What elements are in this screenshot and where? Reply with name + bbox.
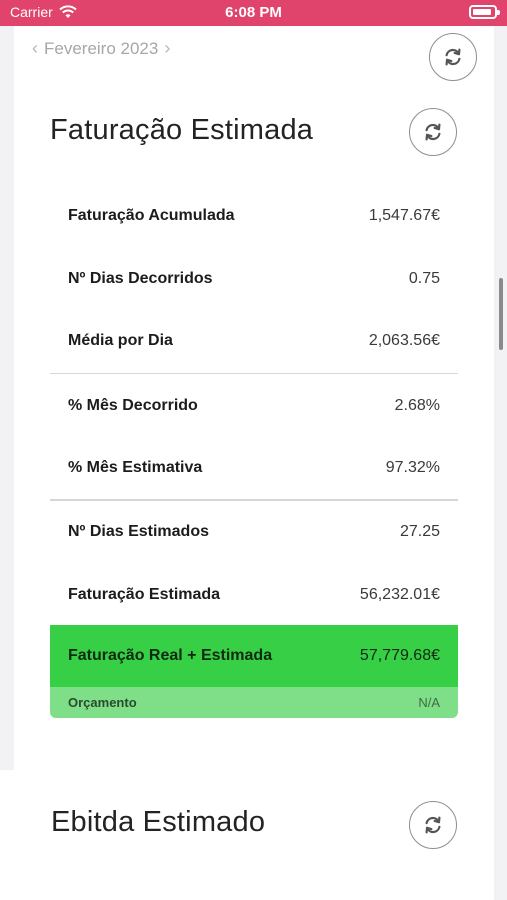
background-strip	[0, 770, 14, 900]
scrollbar[interactable]	[499, 278, 503, 350]
row-label: Faturação Estimada	[68, 585, 221, 603]
row-value: 1,547.67€	[368, 207, 440, 225]
estimate-table: Faturação Acumulada 1,547.67€ Nº Dias De…	[50, 185, 458, 626]
table-row: Faturação Estimada 56,232.01€	[50, 564, 458, 627]
chevron-right-icon[interactable]: ›	[164, 38, 170, 59]
total-row: Faturação Real + Estimada 57,779.68€	[50, 625, 458, 687]
chevron-left-icon[interactable]: ‹	[32, 38, 38, 59]
total-label: Faturação Real + Estimada	[68, 647, 273, 664]
refresh-ebitda-button[interactable]	[409, 801, 457, 849]
row-label: % Mês Estimativa	[68, 459, 203, 477]
month-navigator: ‹ Fevereiro 2023 ›	[32, 38, 170, 59]
row-label: Nº Dias Decorridos	[68, 269, 213, 287]
table-row: Nº Dias Decorridos 0.75	[50, 248, 458, 311]
row-value: 97.32%	[385, 459, 440, 477]
row-label: Faturação Acumulada	[68, 207, 235, 225]
table-row: % Mês Decorrido 2.68%	[50, 374, 458, 437]
month-label[interactable]: Fevereiro 2023	[44, 39, 158, 59]
budget-value: N/A	[418, 695, 440, 710]
row-value: 56,232.01€	[359, 585, 440, 603]
row-value: 0.75	[408, 269, 440, 287]
refresh-icon	[445, 48, 461, 66]
row-label: % Mês Decorrido	[68, 396, 198, 414]
row-value: 27.25	[399, 523, 440, 541]
table-row: % Mês Estimativa 97.32%	[50, 437, 458, 500]
refresh-icon	[425, 123, 441, 141]
refresh-faturacao-button[interactable]	[409, 108, 457, 156]
row-label: Média por Dia	[68, 332, 173, 350]
table-row: Média por Dia 2,063.56€	[50, 310, 458, 373]
section-title-ebitda: Ebitda Estimado	[51, 806, 266, 838]
status-bar: Carrier 6:08 PM	[0, 0, 507, 26]
row-label: Nº Dias Estimados	[68, 523, 209, 541]
table-row: Nº Dias Estimados 27.25	[50, 501, 458, 564]
refresh-page-button[interactable]	[429, 33, 477, 81]
status-time: 6:08 PM	[225, 4, 282, 21]
section-title-faturacao: Faturação Estimada	[50, 114, 314, 146]
budget-label: Orçamento	[68, 695, 137, 710]
row-value: 2,063.56€	[368, 332, 440, 350]
total-value: 57,779.68€	[359, 647, 440, 664]
table-row: Faturação Acumulada 1,547.67€	[50, 185, 458, 248]
row-value: 2.68%	[394, 396, 440, 414]
refresh-icon	[425, 816, 441, 834]
battery-icon	[469, 5, 500, 19]
budget-row: Orçamento N/A	[50, 687, 458, 718]
